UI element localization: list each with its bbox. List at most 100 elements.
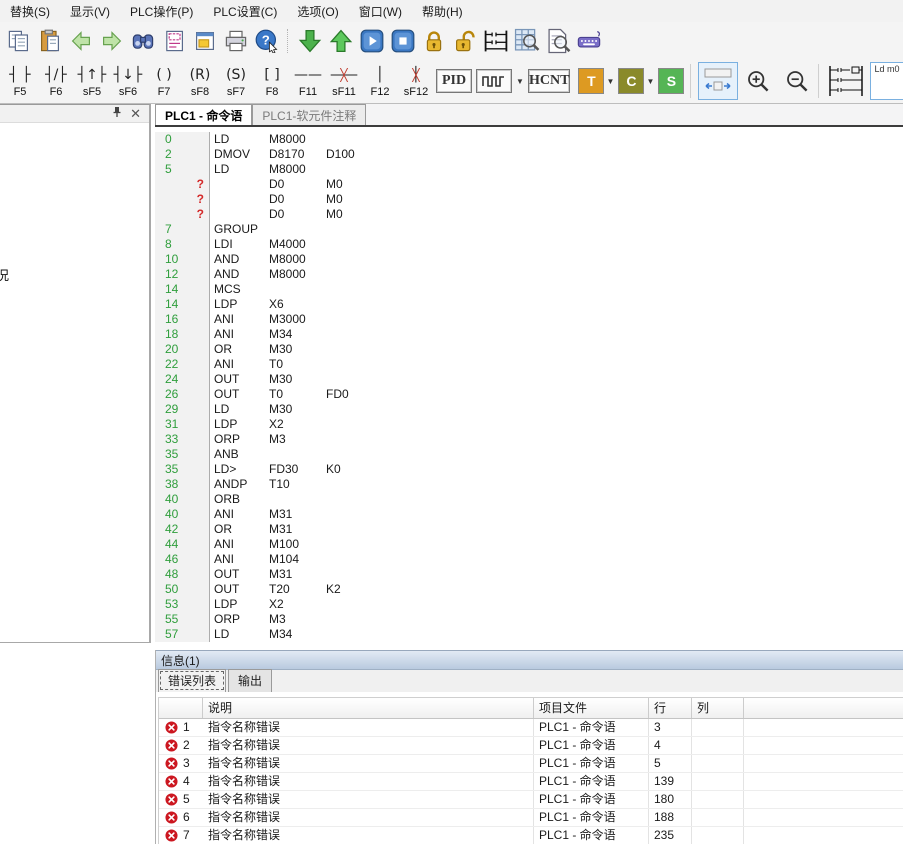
unlock-icon[interactable] xyxy=(449,26,480,55)
ladder-fn-button[interactable]: ┤↓├ sF6 xyxy=(110,61,146,101)
code-row[interactable]: 10 AND M8000 xyxy=(155,252,903,267)
error-row[interactable]: 3 指令名称错误 PLC1 - 命令语 5 xyxy=(159,755,903,773)
navigate-forward-icon[interactable] xyxy=(96,26,127,55)
find-icon[interactable] xyxy=(127,26,158,55)
header-row[interactable]: 行 xyxy=(649,698,692,718)
help-icon[interactable]: ? xyxy=(251,26,282,55)
code-row[interactable]: ? D0 M0 xyxy=(155,177,903,192)
lock-icon[interactable] xyxy=(418,26,449,55)
code-row[interactable]: 16 ANI M3000 xyxy=(155,312,903,327)
copy-icon[interactable] xyxy=(3,26,34,55)
error-row[interactable]: 6 指令名称错误 PLC1 - 命令语 188 xyxy=(159,809,903,827)
header-description[interactable]: 说明 xyxy=(203,698,534,718)
free-monitor-icon[interactable] xyxy=(511,26,542,55)
ladder-fn-button[interactable]: ( ) F7 xyxy=(146,61,182,101)
timer-dropdown-arrow[interactable]: ▼ xyxy=(604,77,616,86)
code-row[interactable]: 35 LD> FD30 K0 xyxy=(155,462,903,477)
ladder-fn-button[interactable]: ┤ ├ F5 xyxy=(2,61,38,101)
code-row[interactable]: 29 LD M30 xyxy=(155,402,903,417)
hcnt-button[interactable]: HCNT xyxy=(528,69,570,93)
pulse-button[interactable] xyxy=(476,69,512,93)
ladder-fn-button[interactable]: ┤↑├ sF5 xyxy=(74,61,110,101)
data-monitor-icon[interactable] xyxy=(542,26,573,55)
menu-item[interactable]: PLC设置(C) xyxy=(203,0,287,23)
instruction-view-button[interactable]: Ld m0 xyxy=(870,62,903,100)
pid-button[interactable]: PID xyxy=(436,69,472,93)
code-row[interactable]: 26 OUT T0 FD0 xyxy=(155,387,903,402)
code-row[interactable]: 18 ANI M34 xyxy=(155,327,903,342)
stop-plc-icon[interactable] xyxy=(387,26,418,55)
ladder-fn-button[interactable]: ——╳ sF11 xyxy=(326,61,362,101)
code-row[interactable]: 22 ANI T0 xyxy=(155,357,903,372)
code-row[interactable]: 0 LD M8000 xyxy=(155,132,903,147)
menu-item[interactable]: 窗口(W) xyxy=(349,0,412,23)
download-to-plc-icon[interactable] xyxy=(294,26,325,55)
pin-icon[interactable] xyxy=(112,105,122,123)
ladder-fn-button[interactable]: —— F11 xyxy=(290,61,326,101)
state-button[interactable]: S xyxy=(658,68,684,94)
code-row[interactable]: ? D0 M0 xyxy=(155,192,903,207)
ladder-fn-button[interactable]: [ ] F8 xyxy=(254,61,290,101)
error-row[interactable]: 1 指令名称错误 PLC1 - 命令语 3 xyxy=(159,719,903,737)
instruction-list[interactable]: 0 LD M8000 2 DMOV D8170 D100 xyxy=(155,127,903,650)
code-row[interactable]: 40 ANI M31 xyxy=(155,507,903,522)
code-row[interactable]: 38 ANDP T10 xyxy=(155,477,903,492)
device-settings-icon[interactable] xyxy=(158,26,189,55)
close-icon[interactable]: ✕ xyxy=(130,107,141,120)
run-plc-icon[interactable] xyxy=(356,26,387,55)
error-row[interactable]: 4 指令名称错误 PLC1 - 命令语 139 xyxy=(159,773,903,791)
code-row[interactable]: 44 ANI M100 xyxy=(155,537,903,552)
code-row[interactable]: 7 GROUP xyxy=(155,222,903,237)
ladder-view-icon[interactable] xyxy=(826,67,866,96)
code-row[interactable]: 55 ORP M3 xyxy=(155,612,903,627)
virtual-keypad-icon[interactable] xyxy=(573,26,604,55)
menu-item[interactable]: PLC操作(P) xyxy=(120,0,203,23)
tab-output[interactable]: 输出 xyxy=(228,669,272,692)
counter-button[interactable]: C xyxy=(618,68,644,94)
ladder-fn-button[interactable]: │ F12 xyxy=(362,61,398,101)
code-row[interactable]: 40 ORB xyxy=(155,492,903,507)
upload-from-plc-icon[interactable] xyxy=(325,26,356,55)
error-row[interactable]: 2 指令名称错误 PLC1 - 命令语 4 xyxy=(159,737,903,755)
code-row[interactable]: 5 LD M8000 xyxy=(155,162,903,177)
expand-instruction-button[interactable] xyxy=(698,62,738,100)
pulse-dropdown-arrow[interactable]: ▼ xyxy=(514,77,526,86)
code-row[interactable]: 20 OR M30 xyxy=(155,342,903,357)
tab-error-list[interactable]: 错误列表 xyxy=(158,669,226,692)
code-row[interactable]: 31 LDP X2 xyxy=(155,417,903,432)
ladder-fn-button[interactable]: (S) sF7 xyxy=(218,61,254,101)
menu-item[interactable]: 显示(V) xyxy=(60,0,120,23)
code-row[interactable]: 57 LD M34 xyxy=(155,627,903,642)
timer-button[interactable]: T xyxy=(578,68,604,94)
code-row[interactable]: 46 ANI M104 xyxy=(155,552,903,567)
error-row[interactable]: 5 指令名称错误 PLC1 - 命令语 180 xyxy=(159,791,903,809)
code-row[interactable]: 33 ORP M3 xyxy=(155,432,903,447)
code-row[interactable]: 42 OR M31 xyxy=(155,522,903,537)
header-column[interactable]: 列 xyxy=(692,698,744,718)
code-row[interactable]: 24 OUT M30 xyxy=(155,372,903,387)
tab-instruction-list[interactable]: PLC1 - 命令语 xyxy=(155,104,252,125)
ladder-fn-button[interactable]: ┤/├ F6 xyxy=(38,61,74,101)
code-row[interactable]: ? D0 M0 xyxy=(155,207,903,222)
ladder-monitor-icon[interactable] xyxy=(480,26,511,55)
ladder-fn-button[interactable]: │╳ sF12 xyxy=(398,61,434,101)
menu-item[interactable]: 替换(S) xyxy=(0,0,60,23)
code-row[interactable]: 2 DMOV D8170 D100 xyxy=(155,147,903,162)
header-project-file[interactable]: 项目文件 xyxy=(534,698,649,718)
print-icon[interactable] xyxy=(220,26,251,55)
error-row[interactable]: 7 指令名称错误 PLC1 - 命令语 235 xyxy=(159,827,903,844)
menu-item[interactable]: 帮助(H) xyxy=(412,0,473,23)
code-row[interactable]: 8 LDI M4000 xyxy=(155,237,903,252)
counter-dropdown-arrow[interactable]: ▼ xyxy=(644,77,656,86)
zoom-out-icon[interactable] xyxy=(781,67,812,96)
code-row[interactable]: 48 OUT M31 xyxy=(155,567,903,582)
menu-item[interactable]: 选项(O) xyxy=(287,0,348,23)
navigate-back-icon[interactable] xyxy=(65,26,96,55)
ladder-fn-button[interactable]: (R) sF8 xyxy=(182,61,218,101)
code-row[interactable]: 14 MCS xyxy=(155,282,903,297)
output-window-icon[interactable] xyxy=(189,26,220,55)
code-row[interactable]: 50 OUT T20 K2 xyxy=(155,582,903,597)
code-row[interactable]: 53 LDP X2 xyxy=(155,597,903,612)
tab-device-comment[interactable]: PLC1-软元件注释 xyxy=(252,104,366,125)
code-row[interactable]: 35 ANB xyxy=(155,447,903,462)
